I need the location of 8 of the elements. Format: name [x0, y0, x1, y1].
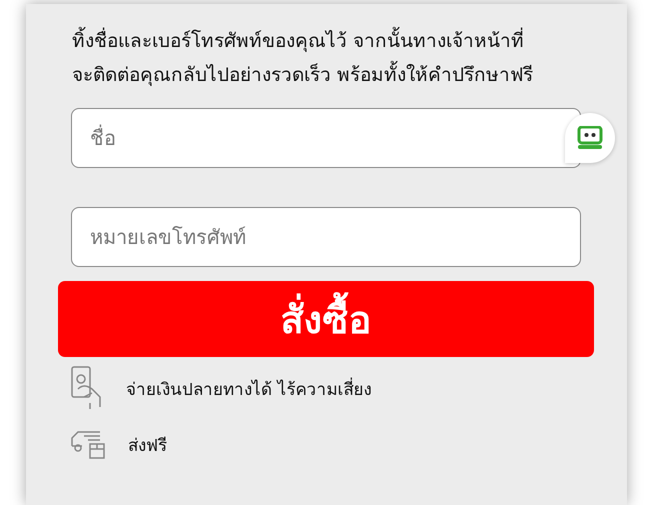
robot-face-icon [577, 126, 603, 150]
input-field[interactable]: หมายเลขโทรศัพท์ [71, 207, 581, 267]
intro-text: ทิ้งชื่อและเบอร์โทรศัพท์ของคุณไว้ จากนั้นทางเจ้าหน้าที่จะติดต่อคุณกลับไปอย่างรวดเร็ว พร้อมทั้งให้คำปรึกษาฟรี [72, 24, 540, 92]
order-button[interactable]: สั่งซื้อ [58, 281, 594, 357]
robot-badge[interactable] [565, 113, 615, 163]
input-field[interactable]: ชื่อ [71, 108, 581, 168]
feature-text: จ่ายเงินปลายทางได้ ไร้ความเสี่ยง [126, 376, 372, 402]
feature-text: ส่งฟรี [128, 434, 167, 458]
